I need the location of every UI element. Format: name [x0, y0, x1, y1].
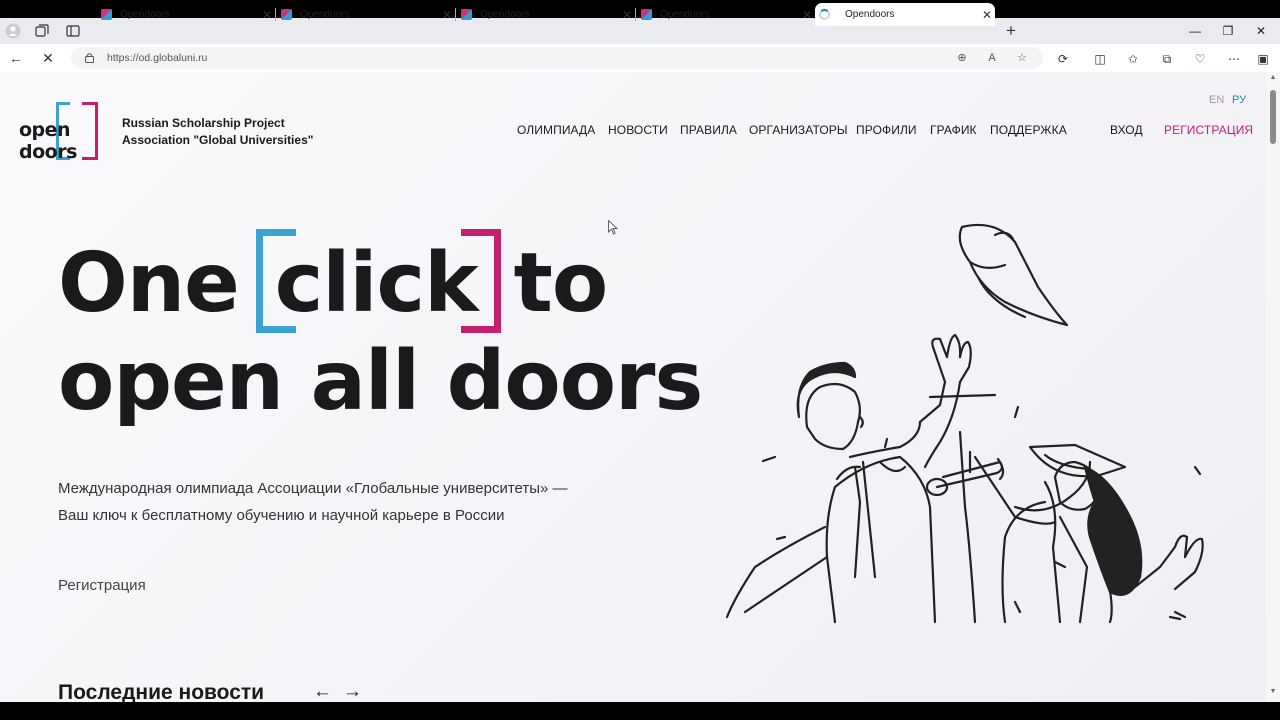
screen: Opendoors ✕ Opendoors ✕ Opendoors ✕ Open… — [0, 0, 1280, 720]
open-doors-logo[interactable]: open doors — [18, 102, 118, 163]
address-bar[interactable]: https://od.globaluni.ru ⊕ A ☆ — [71, 47, 1043, 69]
browser-essentials-icon[interactable]: ♡ — [1192, 51, 1208, 67]
tab-title: Opendoors — [300, 9, 350, 20]
favorite-star-icon[interactable]: ☆ — [1015, 51, 1029, 65]
opendoors-favicon-icon — [461, 9, 472, 20]
nav-organizers[interactable]: ОРГАНИЗАТОРЫ — [749, 123, 848, 137]
hero-word-to: to — [513, 236, 609, 331]
loading-spinner-icon — [819, 9, 830, 20]
graduates-illustration — [725, 223, 1204, 624]
tab-close-icon[interactable]: ✕ — [979, 8, 995, 22]
browser-tab-3[interactable]: Opendoors ✕ — [455, 3, 636, 26]
stop-loading-icon[interactable]: ✕ — [38, 49, 58, 67]
zoom-icon[interactable]: ⊕ — [955, 51, 969, 65]
org-line-1: Russian Scholarship Project — [122, 116, 285, 130]
extensions-icon[interactable]: ⟳ — [1055, 51, 1071, 67]
minimize-icon[interactable]: — — [1180, 22, 1210, 40]
url-text: https://od.globaluni.ru — [107, 52, 208, 64]
scroll-down-icon[interactable]: ▼ — [1268, 688, 1278, 695]
tab-close-icon[interactable]: ✕ — [259, 8, 275, 22]
workspaces-icon[interactable] — [33, 22, 51, 40]
hero-subtitle-line-1: Международная олимпиада Ассоциации «Глоб… — [58, 480, 568, 497]
nav-profiles[interactable]: ПРОФИЛИ — [856, 123, 917, 137]
back-icon[interactable]: ← — [6, 49, 26, 67]
tab-title: Opendoors — [845, 9, 895, 20]
lang-ru[interactable]: РУ — [1232, 94, 1246, 106]
opendoors-favicon-icon — [281, 9, 292, 20]
browser-tab-1[interactable]: Opendoors ✕ — [95, 3, 276, 26]
scroll-thumb[interactable] — [1270, 90, 1276, 144]
tab-close-icon[interactable]: ✕ — [799, 8, 815, 22]
tab-close-icon[interactable]: ✕ — [439, 8, 455, 22]
browser-tab-4[interactable]: Opendoors ✕ — [635, 3, 815, 26]
org-line-2: Association "Global Universities" — [122, 133, 314, 147]
opendoors-favicon-icon — [101, 9, 112, 20]
news-next-arrow-icon[interactable]: → — [343, 681, 362, 702]
tab-actions-icon[interactable] — [64, 22, 82, 40]
bottom-bezel — [0, 702, 1280, 720]
register-nav-link[interactable]: РЕГИСТРАЦИЯ — [1164, 123, 1253, 137]
tab-title: Opendoors — [480, 9, 530, 20]
nav-support[interactable]: ПОДДЕРЖКА — [990, 123, 1067, 137]
more-menu-icon[interactable]: ⋯ — [1226, 51, 1242, 67]
scroll-up-icon[interactable]: ▲ — [1268, 74, 1278, 81]
restore-icon[interactable]: ❐ — [1213, 22, 1243, 40]
web-page: open doors Russian Scholarship Project A… — [0, 72, 1266, 702]
nav-olympiad[interactable]: ОЛИМПИАДА — [517, 123, 595, 137]
close-window-icon[interactable]: ✕ — [1246, 22, 1276, 40]
read-aloud-icon[interactable]: A — [985, 51, 999, 65]
latest-news-heading: Последние новости — [58, 681, 265, 702]
mouse-cursor-icon — [608, 220, 618, 235]
lock-icon — [85, 53, 94, 63]
address-bar-row: ← ✕ https://od.globaluni.ru ⊕ A ☆ ⟳ ◫ ✩ … — [0, 44, 1280, 72]
favorites-icon[interactable]: ✩ — [1125, 51, 1141, 67]
browser-tab-5-active[interactable]: Opendoors ✕ — [815, 3, 995, 26]
tab-title: Opendoors — [120, 9, 170, 20]
hero-subtitle-line-2: Ваш ключ к бесплатному обучению и научно… — [58, 507, 505, 524]
register-link[interactable]: Регистрация — [58, 577, 146, 594]
tab-close-icon[interactable]: ✕ — [619, 8, 635, 22]
hero-line-2: open all doors — [58, 334, 703, 429]
opendoors-favicon-icon — [641, 9, 652, 20]
hero-line-1: One click to — [58, 236, 609, 331]
hero-word-one: One — [58, 236, 240, 331]
page-scrollbar[interactable]: ▲ ▼ — [1266, 72, 1280, 702]
browser-tab-2[interactable]: Opendoors ✕ — [275, 3, 456, 26]
login-link[interactable]: ВХОД — [1110, 123, 1143, 137]
profile-icon[interactable] — [4, 22, 22, 40]
split-screen-icon[interactable]: ◫ — [1092, 51, 1108, 67]
lang-en[interactable]: EN — [1209, 94, 1224, 106]
nav-schedule[interactable]: ГРАФИК — [930, 123, 977, 137]
organization-name: Russian Scholarship Project Association … — [122, 115, 313, 149]
news-prev-arrow-icon[interactable]: ← — [313, 681, 332, 702]
new-tab-icon[interactable]: + — [1002, 21, 1020, 40]
sidebar-toggle-icon[interactable]: ▣ — [1255, 51, 1271, 67]
nav-news[interactable]: НОВОСТИ — [608, 123, 668, 137]
hero-word-click: click — [274, 236, 479, 331]
tab-title: Opendoors — [660, 9, 710, 20]
collections-icon[interactable]: ⧉ — [1159, 51, 1175, 67]
nav-rules[interactable]: ПРАВИЛА — [680, 123, 737, 137]
logo-text: open doors — [19, 119, 77, 163]
